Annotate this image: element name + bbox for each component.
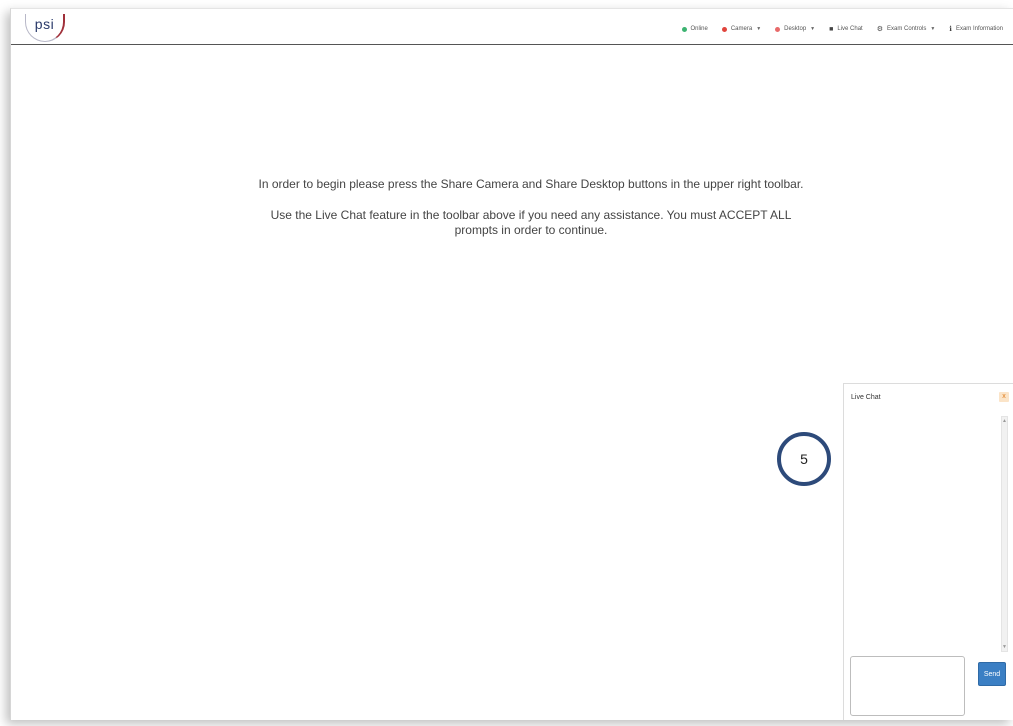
close-icon[interactable]: x	[999, 392, 1009, 402]
instructions: In order to begin please press the Share…	[251, 177, 811, 254]
logo-text: psi	[34, 16, 55, 32]
toolbar-live-chat-label: Live Chat	[837, 26, 863, 32]
toolbar: Online Camera ▼ Desktop ▼ ■ Live Chat ⚙ …	[681, 25, 1003, 33]
chat-message-input[interactable]	[850, 656, 965, 716]
chevron-down-icon: ▼	[756, 26, 762, 32]
toolbar-online[interactable]: Online	[681, 26, 708, 32]
desktop-icon	[775, 26, 781, 32]
step-number-badge: 5	[777, 432, 831, 486]
info-icon: ℹ	[949, 26, 952, 33]
chevron-down-icon: ▼	[810, 26, 816, 32]
toolbar-exam-controls[interactable]: ⚙ Exam Controls ▼	[877, 25, 936, 33]
toolbar-exam-information-label: Exam Information	[955, 26, 1003, 32]
chat-icon: ■	[829, 25, 834, 33]
toolbar-exam-controls-label: Exam Controls	[886, 26, 927, 32]
chat-title: Live Chat	[851, 394, 881, 401]
toolbar-live-chat[interactable]: ■ Live Chat	[829, 26, 863, 33]
chat-scrollbar[interactable]: ▲ ▼	[1001, 416, 1008, 652]
toolbar-exam-information[interactable]: ℹ Exam Information	[949, 25, 1003, 33]
scroll-up-icon[interactable]: ▲	[1002, 418, 1007, 424]
toolbar-camera[interactable]: Camera ▼	[721, 26, 762, 32]
chat-message-area	[851, 414, 996, 652]
status-dot-icon	[681, 26, 687, 32]
gear-icon: ⚙	[876, 26, 883, 33]
top-navbar: psi Online Camera ▼ Desktop ▼ ■ Live Cha…	[11, 9, 1013, 45]
live-chat-panel: Live Chat x ▲ ▼ Send	[843, 383, 1013, 720]
camera-icon	[721, 26, 727, 32]
step-number: 5	[800, 451, 808, 467]
toolbar-desktop-label: Desktop	[784, 26, 807, 32]
toolbar-online-label: Online	[690, 26, 708, 32]
instruction-share: In order to begin please press the Share…	[258, 177, 804, 191]
psi-logo: psi	[25, 14, 65, 42]
chevron-down-icon: ▼	[930, 26, 936, 32]
scroll-down-icon[interactable]: ▼	[1002, 644, 1007, 650]
toolbar-desktop[interactable]: Desktop ▼	[775, 26, 815, 32]
toolbar-camera-label: Camera	[730, 26, 753, 32]
instruction-live-chat: Use the Live Chat feature in the toolbar…	[270, 208, 792, 237]
send-button[interactable]: Send	[978, 662, 1006, 686]
exam-window: psi Online Camera ▼ Desktop ▼ ■ Live Cha…	[10, 8, 1013, 720]
